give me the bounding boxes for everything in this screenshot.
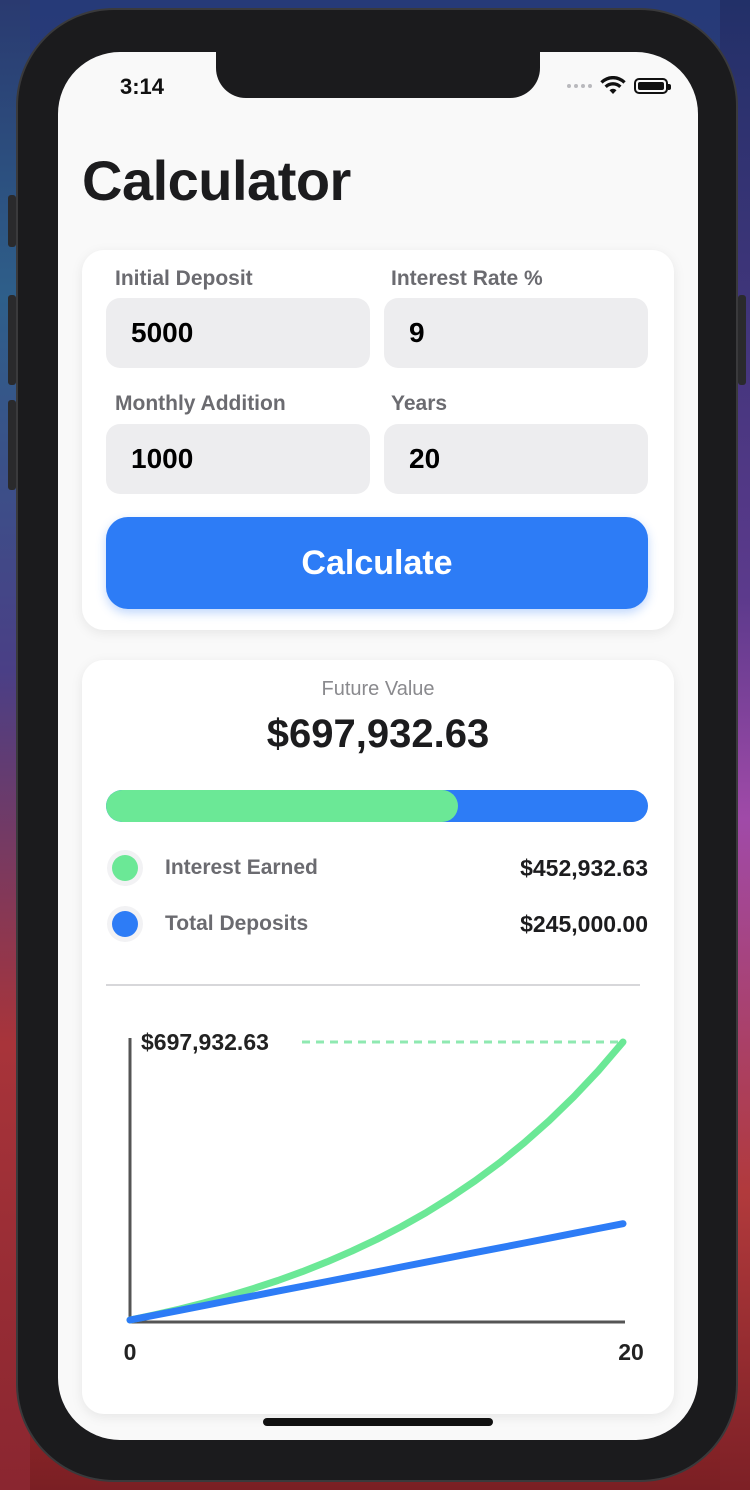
wifi-icon [600, 76, 626, 94]
interest-earned-label: Interest Earned [165, 856, 318, 879]
status-indicators [567, 76, 671, 96]
volume-up-button [8, 295, 16, 385]
initial-deposit-label: Initial Deposit [115, 267, 253, 290]
growth-chart: $697,932.63 0 20 [124, 1029, 644, 1365]
interest-bar-fill [106, 790, 458, 822]
calculate-button[interactable]: Calculate [106, 517, 648, 609]
notch [216, 52, 540, 98]
total-deposits-value: $245,000.00 [520, 910, 648, 937]
input-card: Initial Deposit 5000 Interest Rate % 9 M… [82, 250, 674, 630]
future-value-label: Future Value [321, 678, 435, 700]
monthly-addition-input[interactable]: 1000 [106, 424, 370, 494]
legend-interest-row: Interest Earned $452,932.63 [106, 848, 648, 888]
years-label: Years [391, 392, 448, 415]
power-button [738, 295, 746, 385]
initial-deposit-input[interactable]: 5000 [106, 298, 370, 368]
x-tick-start-label: 0 [124, 1339, 137, 1365]
divider [106, 984, 640, 986]
legend-deposits-row: Total Deposits $245,000.00 [106, 904, 648, 944]
status-time: 3:14 [120, 74, 165, 99]
battery-icon [634, 78, 671, 94]
monthly-addition-label: Monthly Addition [115, 392, 286, 415]
interest-rate-input[interactable]: 9 [384, 298, 648, 368]
results-card: Future Value $697,932.63 Interest Earned… [82, 660, 674, 1414]
page-title: Calculator [82, 149, 351, 212]
home-indicator[interactable] [263, 1418, 493, 1426]
interest-rate-label: Interest Rate % [391, 267, 543, 290]
total-deposits-label: Total Deposits [165, 912, 309, 935]
interest-earned-value: $452,932.63 [520, 854, 648, 881]
max-value-label: $697,932.63 [141, 1029, 269, 1055]
deposits-dot-icon [112, 911, 138, 937]
volume-down-button [8, 400, 16, 490]
breakdown-bar [106, 790, 648, 822]
years-input[interactable]: 20 [384, 424, 648, 494]
app-screen: 3:14 Calculator Initial Deposit 5000 Int… [58, 52, 698, 1440]
cellular-signal-icon [567, 84, 592, 88]
future-value-amount: $697,932.63 [266, 712, 490, 756]
x-tick-end-label: 20 [618, 1339, 644, 1365]
interest-dot-icon [112, 855, 138, 881]
interest-earned-line [126, 1038, 627, 1324]
mute-switch [8, 195, 16, 247]
